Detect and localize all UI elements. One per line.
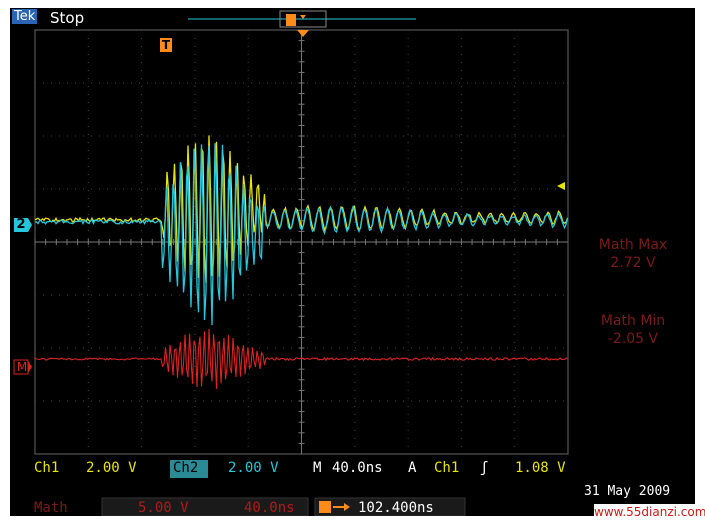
ch2-scale[interactable]: 2.00 V (228, 460, 279, 476)
watermark: www.55dianzi.com (594, 504, 705, 520)
math-min-value: -2.05 V (607, 331, 659, 347)
math-label[interactable]: Math (34, 500, 68, 516)
math-max-label: Math Max (598, 237, 668, 253)
ch2-label[interactable]: Ch2 (173, 460, 198, 476)
math-time[interactable]: 40.0ns (244, 500, 295, 516)
trigger-level-icon[interactable] (557, 182, 565, 190)
math-marker-label: M (16, 360, 28, 374)
trigger-position-icon[interactable] (297, 30, 309, 37)
timebase-label: M (313, 460, 322, 476)
acquisition-state[interactable]: Stop (50, 9, 84, 27)
trigger-mode: A (408, 460, 417, 476)
graticule (34, 29, 569, 455)
trigger-position-value[interactable]: 102.400ns (358, 500, 434, 516)
trigger-slope-icon[interactable]: ʃ (480, 460, 488, 476)
date-stamp: 31 May 2009 (584, 484, 671, 499)
trigger-top-icon[interactable] (286, 14, 296, 26)
ch1-label[interactable]: Ch1 (34, 460, 59, 476)
math-min-label: Math Min (600, 313, 666, 329)
math-max-value: 2.72 V (610, 255, 656, 271)
trigger-source[interactable]: Ch1 (434, 460, 459, 476)
timebase-value[interactable]: 40.0ns (332, 460, 383, 476)
ch1-scale[interactable]: 2.00 V (86, 460, 137, 476)
trigger-pos-icon (319, 501, 331, 513)
trigger-level[interactable]: 1.08 V (515, 460, 566, 476)
math-scale[interactable]: 5.00 V (138, 500, 189, 516)
ch2-marker-label: 2 (16, 217, 26, 232)
ch2-marker-arrow (28, 218, 32, 232)
brand-logo: Tek (12, 9, 38, 24)
oscilloscope-screen: Tek Stop T 2 M Math Max 2.72 V Math Min … (10, 8, 705, 520)
trigger-t-marker[interactable]: T (160, 38, 172, 52)
